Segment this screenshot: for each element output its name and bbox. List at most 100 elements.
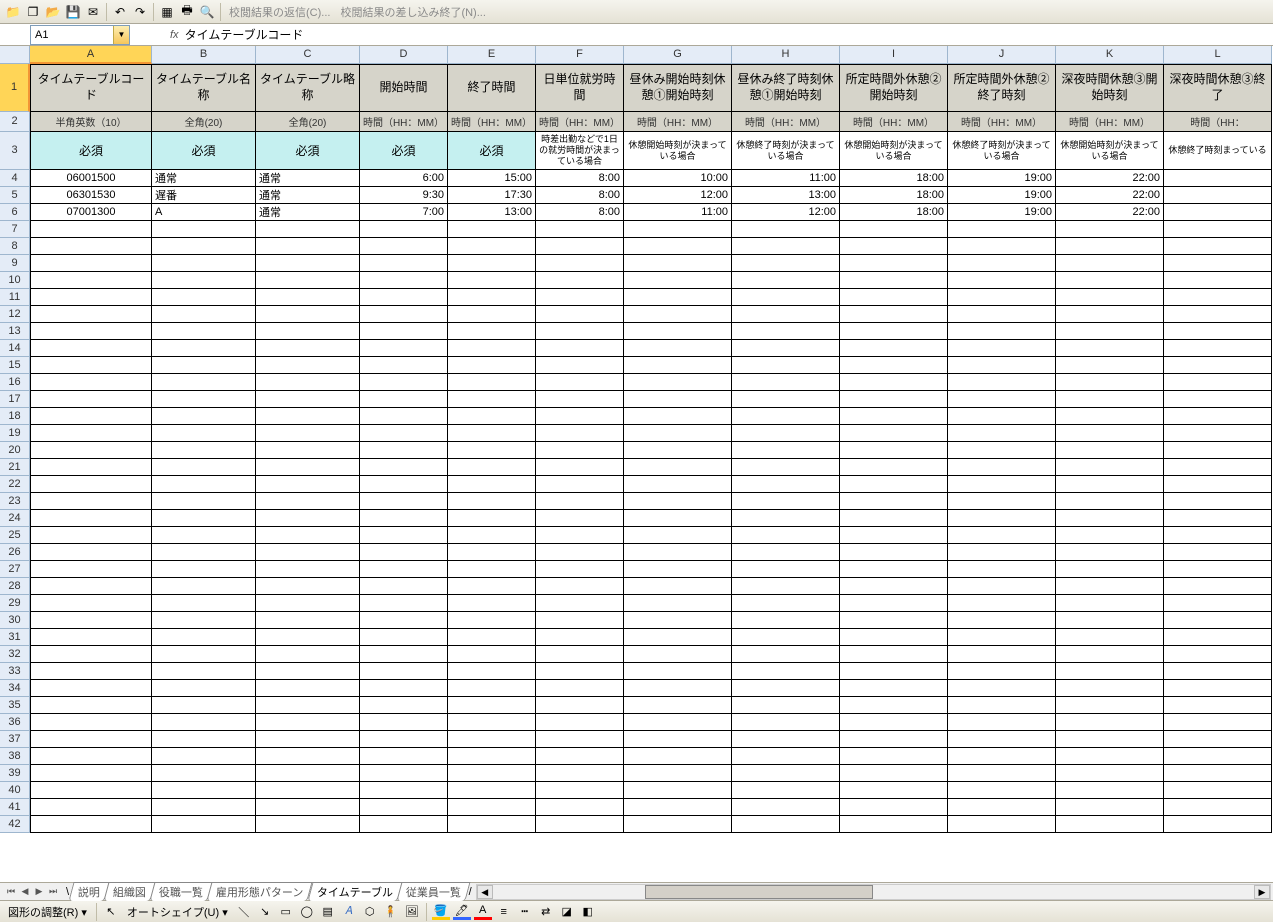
empty-cell[interactable] xyxy=(1056,425,1164,442)
empty-cell[interactable] xyxy=(30,493,152,510)
note-cell[interactable]: 休憩開始時刻が決まっている場合 xyxy=(1056,132,1164,170)
empty-cell[interactable] xyxy=(948,646,1056,663)
empty-cell[interactable] xyxy=(448,408,536,425)
empty-cell[interactable] xyxy=(30,612,152,629)
row-header-10[interactable]: 10 xyxy=(0,272,30,289)
empty-cell[interactable] xyxy=(30,680,152,697)
empty-cell[interactable] xyxy=(536,731,624,748)
empty-cell[interactable] xyxy=(732,442,840,459)
empty-cell[interactable] xyxy=(448,340,536,357)
empty-cell[interactable] xyxy=(948,561,1056,578)
formula-bar[interactable]: タイムテーブルコード xyxy=(179,26,1273,43)
column-header-A[interactable]: A xyxy=(30,46,152,64)
empty-cell[interactable] xyxy=(1164,374,1272,391)
empty-cell[interactable] xyxy=(624,306,732,323)
empty-cell[interactable] xyxy=(360,408,448,425)
empty-cell[interactable] xyxy=(1164,646,1272,663)
empty-cell[interactable] xyxy=(30,799,152,816)
empty-cell[interactable] xyxy=(30,765,152,782)
data-cell[interactable]: 12:00 xyxy=(732,204,840,221)
empty-cell[interactable] xyxy=(536,510,624,527)
line-icon[interactable]: ＼ xyxy=(235,904,253,920)
required-cell[interactable]: 必須 xyxy=(256,132,360,170)
empty-cell[interactable] xyxy=(152,544,256,561)
empty-cell[interactable] xyxy=(152,663,256,680)
data-cell[interactable]: 19:00 xyxy=(948,170,1056,187)
empty-cell[interactable] xyxy=(840,646,948,663)
row-header-37[interactable]: 37 xyxy=(0,731,30,748)
data-cell[interactable]: 11:00 xyxy=(624,204,732,221)
empty-cell[interactable] xyxy=(536,391,624,408)
data-cell[interactable]: 通常 xyxy=(256,187,360,204)
empty-cell[interactable] xyxy=(30,255,152,272)
row-header-41[interactable]: 41 xyxy=(0,799,30,816)
empty-cell[interactable] xyxy=(30,238,152,255)
row-header-26[interactable]: 26 xyxy=(0,544,30,561)
empty-cell[interactable] xyxy=(536,527,624,544)
empty-cell[interactable] xyxy=(360,765,448,782)
empty-cell[interactable] xyxy=(840,799,948,816)
empty-cell[interactable] xyxy=(840,816,948,833)
empty-cell[interactable] xyxy=(536,340,624,357)
required-cell[interactable]: 必須 xyxy=(360,132,448,170)
empty-cell[interactable] xyxy=(152,561,256,578)
empty-cell[interactable] xyxy=(360,221,448,238)
empty-cell[interactable] xyxy=(1164,782,1272,799)
empty-cell[interactable] xyxy=(30,697,152,714)
empty-cell[interactable] xyxy=(152,255,256,272)
data-cell[interactable]: 遅番 xyxy=(152,187,256,204)
fx-label[interactable]: fx xyxy=(170,29,179,41)
row-header-36[interactable]: 36 xyxy=(0,714,30,731)
empty-cell[interactable] xyxy=(1056,697,1164,714)
empty-cell[interactable] xyxy=(448,612,536,629)
empty-cell[interactable] xyxy=(948,748,1056,765)
empty-cell[interactable] xyxy=(624,578,732,595)
empty-cell[interactable] xyxy=(152,612,256,629)
empty-cell[interactable] xyxy=(448,357,536,374)
empty-cell[interactable] xyxy=(152,476,256,493)
empty-cell[interactable] xyxy=(536,357,624,374)
empty-cell[interactable] xyxy=(30,714,152,731)
autoshape-menu[interactable]: オートシェイプ(U) ▾ xyxy=(123,904,232,920)
empty-cell[interactable] xyxy=(256,561,360,578)
empty-cell[interactable] xyxy=(536,425,624,442)
empty-cell[interactable] xyxy=(360,391,448,408)
empty-cell[interactable] xyxy=(732,629,840,646)
empty-cell[interactable] xyxy=(152,697,256,714)
empty-cell[interactable] xyxy=(840,255,948,272)
empty-cell[interactable] xyxy=(732,493,840,510)
empty-cell[interactable] xyxy=(948,476,1056,493)
data-cell[interactable]: 通常 xyxy=(152,170,256,187)
empty-cell[interactable] xyxy=(624,493,732,510)
empty-cell[interactable] xyxy=(30,306,152,323)
empty-cell[interactable] xyxy=(536,714,624,731)
empty-cell[interactable] xyxy=(1164,493,1272,510)
empty-cell[interactable] xyxy=(840,680,948,697)
empty-cell[interactable] xyxy=(840,323,948,340)
empty-cell[interactable] xyxy=(840,476,948,493)
row-header-14[interactable]: 14 xyxy=(0,340,30,357)
empty-cell[interactable] xyxy=(1056,408,1164,425)
scroll-track[interactable] xyxy=(493,885,1254,899)
header-cell[interactable]: 深夜時間休憩③開始時刻 xyxy=(1056,64,1164,112)
row-header-28[interactable]: 28 xyxy=(0,578,30,595)
row-header-13[interactable]: 13 xyxy=(0,323,30,340)
empty-cell[interactable] xyxy=(732,306,840,323)
empty-cell[interactable] xyxy=(448,391,536,408)
empty-cell[interactable] xyxy=(732,697,840,714)
empty-cell[interactable] xyxy=(448,646,536,663)
data-cell[interactable]: 06301530 xyxy=(30,187,152,204)
data-cell[interactable]: 12:00 xyxy=(624,187,732,204)
empty-cell[interactable] xyxy=(1164,612,1272,629)
empty-cell[interactable] xyxy=(1164,255,1272,272)
empty-cell[interactable] xyxy=(360,323,448,340)
empty-cell[interactable] xyxy=(256,544,360,561)
empty-cell[interactable] xyxy=(256,816,360,833)
tab-first-icon[interactable]: ⏮ xyxy=(4,886,18,897)
arrow-style-icon[interactable]: ⇄ xyxy=(537,904,555,920)
empty-cell[interactable] xyxy=(732,663,840,680)
empty-cell[interactable] xyxy=(948,816,1056,833)
row-header-32[interactable]: 32 xyxy=(0,646,30,663)
empty-cell[interactable] xyxy=(840,289,948,306)
empty-cell[interactable] xyxy=(948,306,1056,323)
